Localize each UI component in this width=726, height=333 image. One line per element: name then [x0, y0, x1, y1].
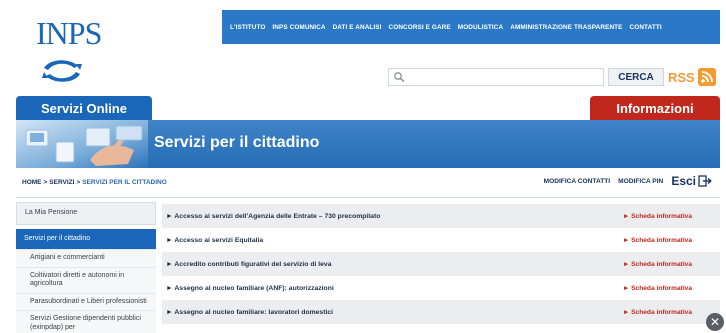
scheda-label: Scheda informativa — [631, 236, 692, 244]
list-item: ► Accesso ai servizi Equitalia ► Scheda … — [162, 228, 720, 252]
search-icon — [394, 72, 405, 83]
service-label: Accesso ai servizi dell'Agenzia delle En… — [174, 212, 381, 220]
scheda-informativa-link[interactable]: ► Scheda informativa — [623, 261, 692, 268]
service-link[interactable]: ► Accredito contributi figurativi del se… — [166, 261, 332, 268]
sidebar-item-artigiani[interactable]: Artigiani e commercianti — [16, 250, 156, 268]
service-link[interactable]: ► Assegno al nucleo familiare: lavorator… — [166, 309, 333, 316]
logout-icon — [698, 175, 712, 187]
modifica-pin-link[interactable]: MODIFICA PIN — [618, 178, 663, 185]
sidebar-item-servizi-cittadino[interactable]: Servizi per il cittadino — [16, 228, 156, 250]
nav-contatti[interactable]: CONTATTI — [630, 24, 662, 31]
breadcrumb-servizi[interactable]: SERVIZI — [49, 179, 74, 186]
close-icon[interactable]: ✕ — [706, 313, 724, 331]
service-link[interactable]: ► Assegno al nucleo familiare (ANF): aut… — [166, 285, 334, 292]
service-label: Assegno al nucleo familiare (ANF): autor… — [174, 284, 334, 292]
nav-istituto[interactable]: L'ISTITUTO — [230, 24, 265, 31]
page: INPS L'ISTITUTO INPS COMUNICA DATI E ANA… — [16, 6, 720, 333]
search-input[interactable] — [411, 70, 599, 84]
scheda-informativa-link[interactable]: ► Scheda informativa — [623, 285, 692, 292]
inps-logo[interactable]: INPS — [34, 14, 102, 92]
list-item: ► Assegno al nucleo familiare: lavorator… — [162, 300, 720, 324]
sidebar: La Mia Pensione Servizi per il cittadino… — [16, 202, 156, 333]
banner-illustration — [16, 120, 148, 168]
list-item: ► Accredito contributi figurativi del se… — [162, 252, 720, 276]
breadcrumb-separator: > — [43, 179, 48, 186]
nav-concorsi-e-gare[interactable]: CONCORSI E GARE — [389, 24, 451, 31]
modifica-contatti-link[interactable]: MODIFICA CONTATTI — [544, 178, 611, 185]
scheda-label: Scheda informativa — [631, 260, 692, 268]
scheda-informativa-link[interactable]: ► Scheda informativa — [623, 213, 692, 220]
nav-modulistica[interactable]: MODULISTICA — [458, 24, 503, 31]
nav-inps-comunica[interactable]: INPS COMUNICA — [272, 24, 325, 31]
list-item: ► Accesso ai servizi dell'Agenzia delle … — [162, 204, 720, 228]
rss-label: RSS — [668, 69, 695, 85]
tab-informazioni[interactable]: Informazioni — [590, 96, 720, 120]
scheda-label: Scheda informativa — [631, 212, 692, 220]
tab-servizi-online[interactable]: Servizi Online — [16, 96, 152, 120]
section-banner: Servizi per il cittadino — [16, 120, 720, 168]
service-label: Accesso ai servizi Equitalia — [174, 236, 264, 244]
service-label: Assegno al nucleo familiare: lavoratori … — [174, 308, 334, 316]
service-label: Accredito contributi figurativi del serv… — [174, 260, 332, 268]
breadcrumb-bar: HOME > SERVIZI > SERVIZI PER IL CITTADINO MO… — [16, 168, 720, 198]
rss-icon — [697, 68, 716, 86]
scheda-informativa-link[interactable]: ► Scheda informativa — [623, 237, 692, 244]
service-link[interactable]: ► Accesso ai servizi Equitalia — [166, 237, 263, 244]
list-item: ► Assegno al nucleo familiare (ANF): aut… — [162, 276, 720, 300]
breadcrumb-home[interactable]: HOME — [22, 179, 42, 186]
scheda-label: Scheda informativa — [631, 284, 692, 292]
scheda-informativa-link[interactable]: ► Scheda informativa — [623, 309, 692, 316]
nav-amministrazione-trasparente[interactable]: AMMINISTRAZIONE TRASPARENTE — [510, 24, 622, 31]
sidebar-item-parasubordinati[interactable]: Parasubordinati e Liberi professionisti — [16, 293, 156, 311]
nav-dati-e-analisi[interactable]: DATI E ANALISI — [333, 24, 382, 31]
services-list: ► Accesso ai servizi dell'Agenzia delle … — [162, 204, 720, 324]
breadcrumb-current: SERVIZI PER IL CITTADINO — [82, 179, 167, 186]
top-navigation: L'ISTITUTO INPS COMUNICA DATI E ANALISI … — [222, 10, 720, 44]
search-button[interactable]: CERCA — [608, 68, 664, 86]
breadcrumb: HOME > SERVIZI > SERVIZI PER IL CITTADINO — [22, 179, 167, 186]
rss-link[interactable]: RSS — [668, 67, 716, 87]
breadcrumb-separator: > — [76, 179, 81, 186]
sidebar-item-la-mia-pensione[interactable]: La Mia Pensione — [16, 202, 156, 225]
logout-button[interactable]: Esci — [671, 174, 712, 188]
page-title: Servizi per il cittadino — [154, 134, 320, 151]
account-actions: MODIFICA CONTATTI MODIFICA PIN Esci — [544, 174, 712, 188]
logo-text: INPS — [36, 15, 102, 51]
service-link[interactable]: ► Accesso ai servizi dell'Agenzia delle … — [166, 213, 380, 220]
search-box — [388, 68, 604, 86]
sidebar-item-coltivatori[interactable]: Coltivatori diretti e autonomi in agrico… — [16, 267, 156, 294]
logo-swirl-icon — [42, 60, 82, 82]
sidebar-item-gestione-dipendenti[interactable]: Servizi Gestione dipendenti pubblici (ex… — [16, 311, 156, 333]
scheda-label: Scheda informativa — [631, 308, 692, 316]
logout-label: Esci — [671, 174, 696, 188]
